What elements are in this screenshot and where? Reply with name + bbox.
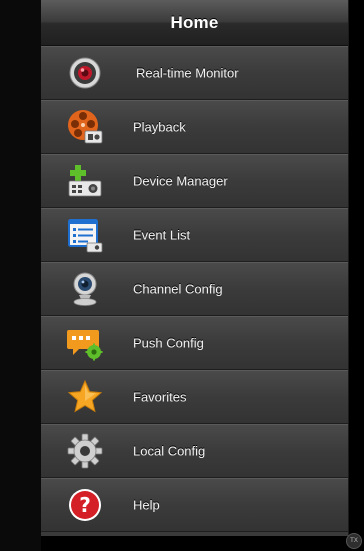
menu-item-favorites[interactable]: Favorites bbox=[41, 370, 348, 424]
menu-item-push-config[interactable]: Push Config bbox=[41, 316, 348, 370]
menu-item-label: Device Manager bbox=[133, 173, 228, 189]
webcam-icon bbox=[67, 271, 103, 307]
message-settings-icon bbox=[67, 325, 103, 361]
menu-item-channel-config[interactable]: Channel Config bbox=[41, 262, 348, 316]
title-bar: Home bbox=[41, 0, 348, 46]
menu-item-label: Event List bbox=[133, 227, 191, 243]
menu-item-local-config[interactable]: Local Config bbox=[41, 424, 348, 478]
help-icon: ? bbox=[67, 487, 103, 523]
main-menu: Real-time Monitor Playback Device Manage… bbox=[41, 46, 348, 532]
star-icon bbox=[67, 379, 103, 415]
camera-lens-icon bbox=[67, 55, 103, 91]
device-add-icon bbox=[67, 163, 103, 199]
menu-item-label: Help bbox=[133, 497, 160, 513]
corner-badge: TX bbox=[346, 533, 362, 549]
menu-item-label: Real-time Monitor bbox=[136, 65, 239, 81]
gear-icon bbox=[67, 433, 103, 469]
menu-item-device-manager[interactable]: Device Manager bbox=[41, 154, 348, 208]
page-title: Home bbox=[170, 12, 219, 32]
menu-item-real-time-monitor[interactable]: Real-time Monitor bbox=[41, 46, 348, 100]
svg-text:?: ? bbox=[79, 493, 91, 517]
menu-item-label: Playback bbox=[133, 119, 186, 135]
menu-item-label: Channel Config bbox=[133, 281, 223, 297]
film-reel-icon bbox=[67, 109, 103, 145]
menu-item-event-list[interactable]: Event List bbox=[41, 208, 348, 262]
menu-item-label: Favorites bbox=[133, 389, 187, 405]
menu-item-label: Local Config bbox=[133, 443, 206, 459]
list-document-icon bbox=[67, 217, 103, 253]
menu-item-playback[interactable]: Playback bbox=[41, 100, 348, 154]
menu-item-label: Push Config bbox=[133, 335, 204, 351]
home-menu-panel: Home Real-time Monitor Playback Device M… bbox=[41, 0, 349, 536]
menu-item-help[interactable]: ? Help bbox=[41, 478, 348, 532]
left-edge-strip bbox=[0, 0, 41, 551]
